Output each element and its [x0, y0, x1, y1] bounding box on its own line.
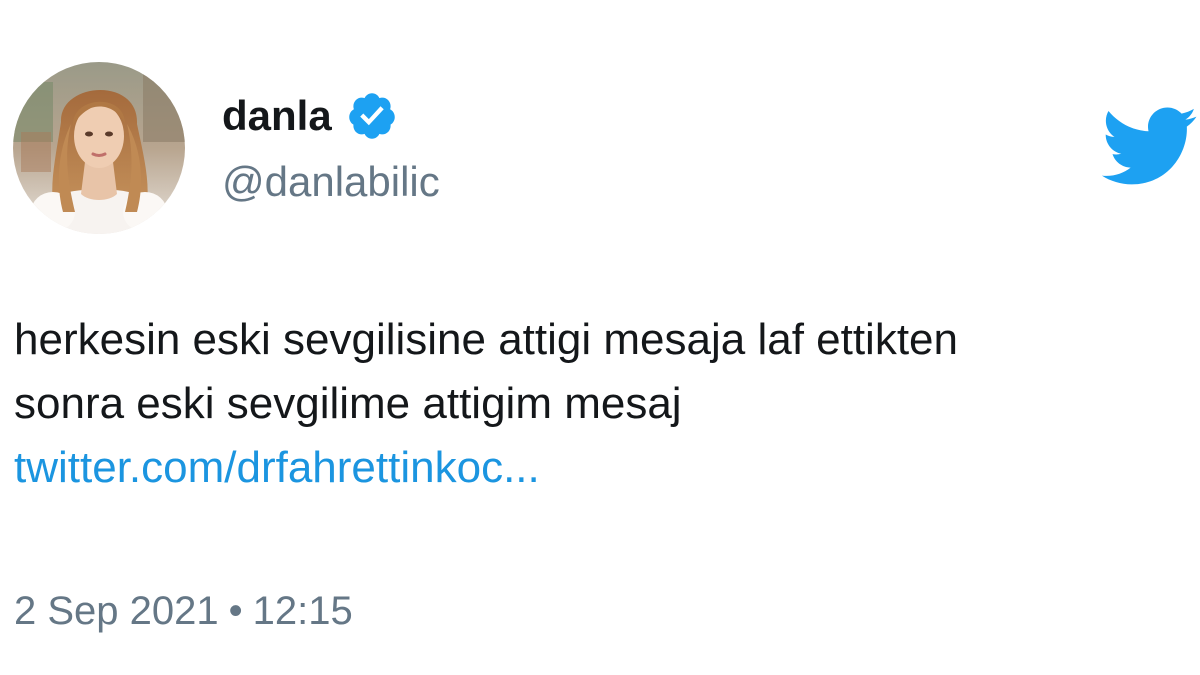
avatar-photo — [13, 62, 185, 234]
tweet-link[interactable]: twitter.com/drfahrettinkoc... — [14, 436, 540, 500]
tweet-date: 2 Sep 2021 — [14, 589, 219, 633]
avatar[interactable] — [13, 62, 185, 234]
meta-separator: • — [228, 589, 243, 633]
tweet-text: herkesin eski sevgilisine attigi mesaja … — [14, 308, 1194, 436]
tweet-text-line: sonra eski sevgilime attigim mesaj — [14, 379, 682, 428]
display-name[interactable]: danla — [222, 92, 332, 140]
twitter-bird-icon[interactable] — [1098, 104, 1198, 188]
verified-badge-icon — [346, 90, 398, 142]
tweet-text-line: herkesin eski sevgilisine attigi mesaja … — [14, 315, 959, 364]
timestamp[interactable]: 2 Sep 2021 • 12:15 — [14, 583, 353, 639]
handle[interactable]: @danlabilic — [222, 158, 440, 206]
tweet-time: 12:15 — [252, 589, 353, 633]
tweet-card: danla @danlabilic herkesin eski sevgilis… — [0, 0, 1200, 675]
author-row: danla — [222, 88, 398, 144]
